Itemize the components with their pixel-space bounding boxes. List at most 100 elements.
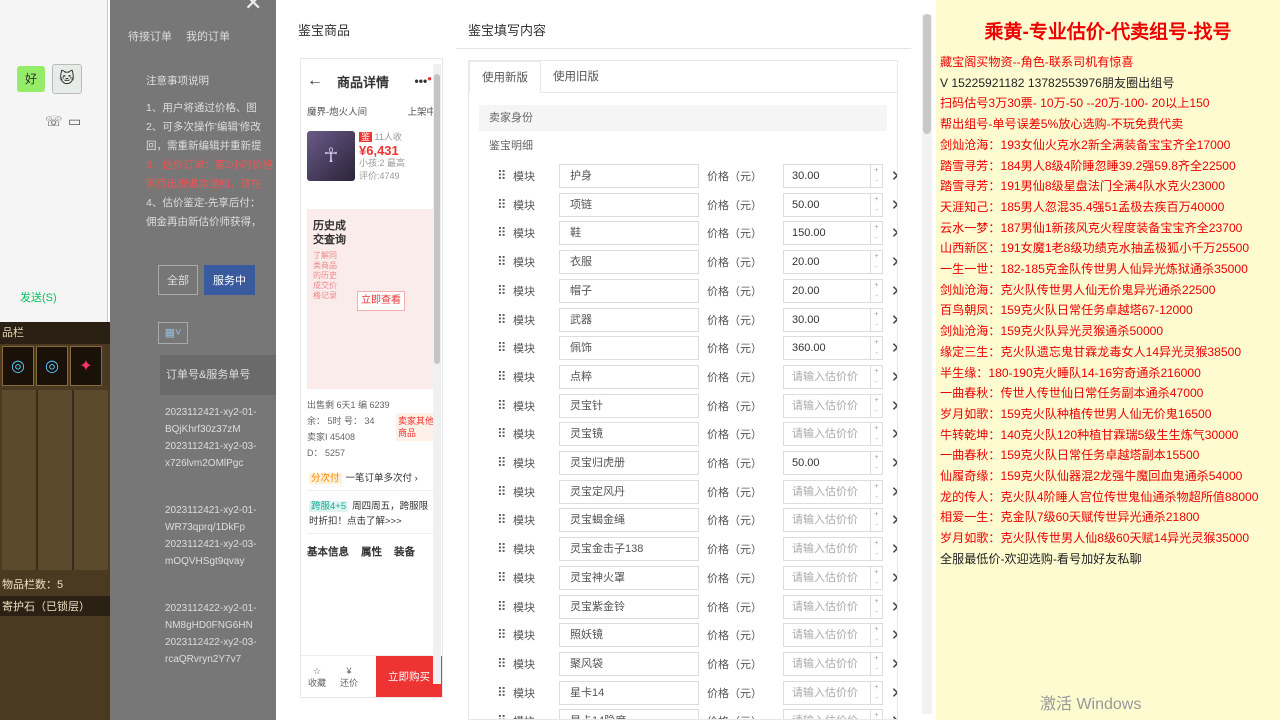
modal-scrollbar[interactable] bbox=[922, 14, 932, 714]
module-name-field[interactable]: 灵宝紫金铃 bbox=[559, 594, 699, 619]
price-stepper[interactable]: +- bbox=[871, 680, 883, 705]
price-stepper[interactable]: +- bbox=[871, 508, 883, 533]
price-stepper[interactable]: +- bbox=[871, 709, 883, 719]
drag-handle-icon[interactable]: ⠿ bbox=[497, 426, 511, 442]
price-input[interactable]: 20.00 bbox=[783, 278, 871, 303]
module-name-field[interactable]: 佩饰 bbox=[559, 336, 699, 361]
drag-handle-icon[interactable]: ⠿ bbox=[497, 254, 511, 270]
module-name-field[interactable]: 鞋 bbox=[559, 221, 699, 246]
drag-handle-icon[interactable]: ⠿ bbox=[497, 225, 511, 241]
delete-icon[interactable]: ✕ bbox=[891, 167, 897, 185]
price-input[interactable]: 150.00 bbox=[783, 221, 871, 246]
module-name-field[interactable]: 灵宝镜 bbox=[559, 422, 699, 447]
module-name-field[interactable]: 灵宝神火罩 bbox=[559, 565, 699, 590]
price-input[interactable]: 请输入估价价 bbox=[783, 623, 871, 648]
delete-icon[interactable]: ✕ bbox=[891, 224, 897, 242]
delete-icon[interactable]: ✕ bbox=[891, 454, 897, 472]
tab-my-orders[interactable]: 我的订单 bbox=[186, 28, 230, 44]
video-icon[interactable]: ▭ bbox=[68, 113, 81, 130]
price-stepper[interactable]: +- bbox=[871, 422, 883, 447]
price-input[interactable]: 请输入估价价 bbox=[783, 565, 871, 590]
preview-scrollbar[interactable] bbox=[433, 64, 441, 684]
delete-icon[interactable]: ✕ bbox=[891, 598, 897, 616]
drag-handle-icon[interactable]: ⠿ bbox=[497, 656, 511, 672]
price-stepper[interactable]: +- bbox=[871, 594, 883, 619]
delete-icon[interactable]: ✕ bbox=[891, 712, 897, 719]
back-arrow-icon[interactable]: ← bbox=[307, 72, 323, 90]
module-name-field[interactable]: 衣服 bbox=[559, 250, 699, 275]
module-name-field[interactable]: 灵宝针 bbox=[559, 393, 699, 418]
price-stepper[interactable]: +- bbox=[871, 479, 883, 504]
drag-handle-icon[interactable]: ⠿ bbox=[497, 312, 511, 328]
module-name-field[interactable]: 护身 bbox=[559, 164, 699, 188]
module-name-field[interactable]: 武器 bbox=[559, 307, 699, 332]
price-stepper[interactable]: +- bbox=[871, 565, 883, 590]
bargain-button[interactable]: ¥ 还价 bbox=[333, 665, 365, 689]
table-row[interactable]: 2023112422-xy2-01- NM8gHD0FNG6HN 2023112… bbox=[165, 600, 275, 668]
drag-handle-icon[interactable]: ⠿ bbox=[497, 541, 511, 557]
tab-equipment[interactable]: 装备 bbox=[394, 544, 415, 559]
tab-basic-info[interactable]: 基本信息 bbox=[307, 544, 349, 559]
price-input[interactable]: 20.00 bbox=[783, 250, 871, 275]
module-name-field[interactable]: 灵宝定风丹 bbox=[559, 479, 699, 504]
drag-handle-icon[interactable]: ⠿ bbox=[497, 398, 511, 414]
table-row[interactable]: 2023112421-xy2-01- BQjKhrf30z37zM 202311… bbox=[165, 404, 275, 472]
price-stepper[interactable]: +- bbox=[871, 623, 883, 648]
inventory-grid[interactable] bbox=[2, 390, 108, 570]
price-input[interactable]: 请输入估价价 bbox=[783, 422, 871, 447]
drag-handle-icon[interactable]: ⠿ bbox=[497, 484, 511, 500]
price-input[interactable]: 请输入估价价 bbox=[783, 537, 871, 562]
price-stepper[interactable]: +- bbox=[871, 451, 883, 475]
price-stepper[interactable]: +- bbox=[871, 537, 883, 562]
tab-pending-orders[interactable]: 待接订单 bbox=[128, 28, 172, 44]
price-input[interactable]: 请输入估价价 bbox=[783, 594, 871, 619]
drag-handle-icon[interactable]: ⠿ bbox=[497, 713, 511, 719]
inventory-slot[interactable]: ◎ bbox=[36, 346, 68, 386]
favorite-button[interactable]: ☆ 收藏 bbox=[301, 665, 333, 689]
delete-icon[interactable]: ✕ bbox=[891, 368, 897, 386]
price-input[interactable]: 请输入估价价 bbox=[783, 709, 871, 719]
price-stepper[interactable]: +- bbox=[871, 221, 883, 246]
price-input[interactable]: 请输入估价价 bbox=[783, 479, 871, 504]
delete-icon[interactable]: ✕ bbox=[891, 282, 897, 300]
delete-icon[interactable]: ✕ bbox=[891, 425, 897, 443]
price-input[interactable]: 请输入估价价 bbox=[783, 680, 871, 705]
price-stepper[interactable]: +- bbox=[871, 250, 883, 275]
delete-icon[interactable]: ✕ bbox=[891, 253, 897, 271]
price-stepper[interactable]: +- bbox=[871, 278, 883, 303]
drag-handle-icon[interactable]: ⠿ bbox=[497, 197, 511, 213]
inventory-slot[interactable]: ✦ bbox=[70, 346, 102, 386]
module-name-field[interactable]: 星卡14 bbox=[559, 680, 699, 705]
tab-new-version[interactable]: 使用新版 bbox=[469, 61, 541, 93]
delete-icon[interactable]: ✕ bbox=[891, 483, 897, 501]
close-icon[interactable]: ✕ bbox=[244, 0, 262, 16]
more-icon[interactable]: •••● bbox=[415, 74, 432, 88]
price-stepper[interactable]: +- bbox=[871, 364, 883, 389]
module-name-field[interactable]: 星卡14隐度 bbox=[559, 709, 699, 719]
price-stepper[interactable]: +- bbox=[871, 336, 883, 361]
price-input[interactable]: 50.00 bbox=[783, 451, 871, 475]
delete-icon[interactable]: ✕ bbox=[891, 311, 897, 329]
filter-in-service[interactable]: 服务中 bbox=[204, 265, 255, 295]
price-stepper[interactable]: +- bbox=[871, 393, 883, 418]
drag-handle-icon[interactable]: ⠿ bbox=[497, 512, 511, 528]
cross-server-card[interactable]: 跨服4+5 周四周五，跨服限时折扣！点击了解>>> bbox=[307, 495, 436, 534]
module-name-field[interactable]: 帽子 bbox=[559, 278, 699, 303]
price-stepper[interactable]: +- bbox=[871, 651, 883, 676]
drag-handle-icon[interactable]: ⠿ bbox=[497, 168, 511, 184]
delete-icon[interactable]: ✕ bbox=[891, 397, 897, 415]
drag-handle-icon[interactable]: ⠿ bbox=[497, 340, 511, 356]
module-name-field[interactable]: 项链 bbox=[559, 192, 699, 217]
module-name-field[interactable]: 灵宝金击子138 bbox=[559, 537, 699, 562]
module-name-field[interactable]: 点粹 bbox=[559, 364, 699, 389]
delete-icon[interactable]: ✕ bbox=[891, 540, 897, 558]
module-name-field[interactable]: 聚风袋 bbox=[559, 651, 699, 676]
tab-attributes[interactable]: 属性 bbox=[361, 544, 382, 559]
delete-icon[interactable]: ✕ bbox=[891, 196, 897, 214]
view-history-button[interactable]: 立即查看 bbox=[357, 291, 405, 311]
tab-old-version[interactable]: 使用旧版 bbox=[541, 61, 611, 92]
price-input[interactable]: 50.00 bbox=[783, 192, 871, 217]
drag-handle-icon[interactable]: ⠿ bbox=[497, 369, 511, 385]
price-input[interactable]: 请输入估价价 bbox=[783, 651, 871, 676]
grid-view-icon[interactable]: ▦˅ bbox=[158, 322, 188, 344]
